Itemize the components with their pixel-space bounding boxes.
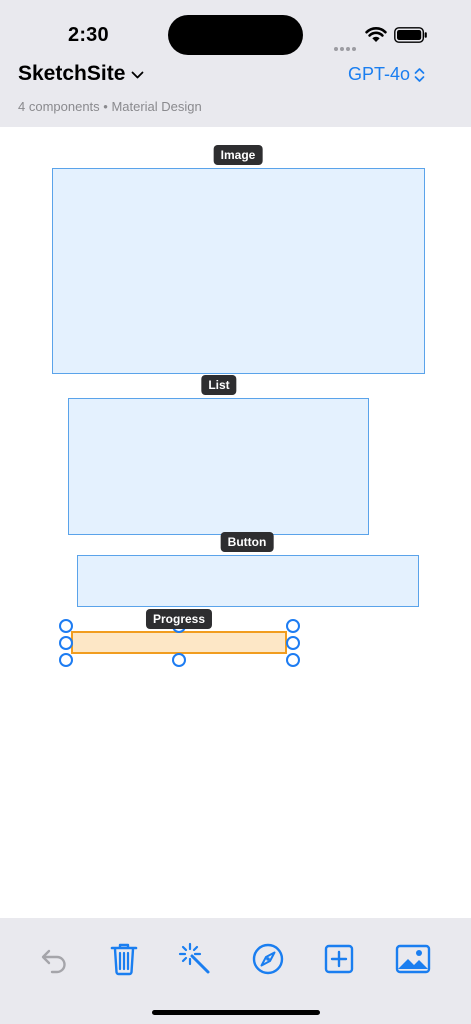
wifi-icon xyxy=(365,27,387,42)
cellular-signal-icon xyxy=(334,38,358,56)
status-time: 2:30 xyxy=(68,24,109,46)
component-label-image: Image xyxy=(213,145,263,165)
component-button-box[interactable] xyxy=(77,555,419,607)
header: 2:30 SketchSite GPT-4o 4 components • Ma… xyxy=(0,0,471,127)
dynamic-island xyxy=(168,15,303,55)
project-selector[interactable]: SketchSite xyxy=(18,62,144,86)
resize-handle-top-left[interactable] xyxy=(59,619,73,633)
magic-button[interactable] xyxy=(175,939,215,979)
component-image-box[interactable] xyxy=(52,168,425,374)
trash-icon xyxy=(110,943,138,976)
delete-button[interactable] xyxy=(104,939,144,979)
resize-handle-bottom-right[interactable] xyxy=(286,653,300,667)
navigate-button[interactable] xyxy=(248,939,288,979)
component-progress-box[interactable] xyxy=(71,631,287,654)
compass-icon xyxy=(252,943,284,975)
resize-handle-top-right[interactable] xyxy=(286,619,300,633)
component-label-progress: Progress xyxy=(145,609,213,629)
resize-handle-middle-left[interactable] xyxy=(59,636,73,650)
chevron-up-down-icon xyxy=(414,67,425,82)
status-icons xyxy=(332,25,432,51)
model-picker[interactable]: GPT-4o xyxy=(348,64,425,85)
component-label-list: List xyxy=(201,375,237,395)
design-canvas[interactable]: Image List Button Progress xyxy=(0,127,471,918)
magic-wand-icon xyxy=(178,942,210,974)
home-indicator xyxy=(152,1010,320,1015)
resize-handle-bottom-center[interactable] xyxy=(172,653,186,667)
add-component-button[interactable] xyxy=(319,939,359,979)
add-square-icon xyxy=(324,944,354,974)
resize-handle-middle-right[interactable] xyxy=(286,636,300,650)
add-photo-button[interactable] xyxy=(393,939,433,979)
battery-icon xyxy=(394,27,427,43)
undo-icon xyxy=(41,949,66,974)
resize-handle-bottom-left[interactable] xyxy=(59,653,73,667)
component-list-box[interactable] xyxy=(68,398,369,535)
app-title: SketchSite xyxy=(18,62,126,85)
bottom-toolbar xyxy=(0,918,471,1024)
component-summary: 4 components • Material Design xyxy=(18,99,202,114)
photo-icon xyxy=(395,944,431,974)
chevron-down-icon xyxy=(131,71,144,79)
component-label-button: Button xyxy=(220,532,274,552)
undo-button[interactable] xyxy=(34,939,74,979)
model-name: GPT-4o xyxy=(347,64,410,84)
